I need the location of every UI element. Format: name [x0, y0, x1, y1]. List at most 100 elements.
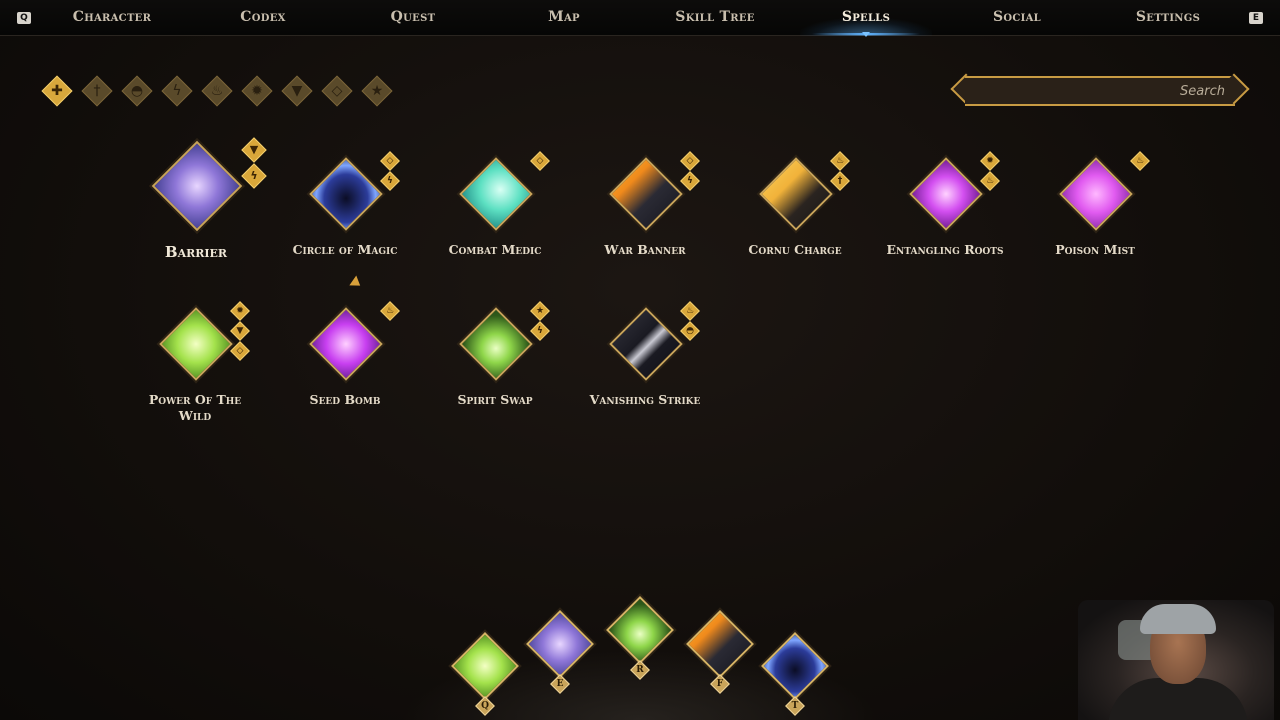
spell-name: Entangling Roots [886, 242, 1004, 257]
webcam-overlay [1078, 600, 1274, 720]
star-icon: ★ [370, 83, 384, 99]
shield-icon: ▼ [291, 83, 303, 99]
sun-icon: ✹ [251, 83, 263, 99]
tag-gem-icon: ◇ [230, 341, 250, 361]
tag-lightning-icon: ϟ [530, 321, 550, 341]
barrier-spell-icon [151, 140, 243, 232]
spell-card-war-banner[interactable]: ◇ ϟ War Banner [570, 148, 720, 278]
lightning-icon: ϟ [172, 83, 182, 99]
tab-spells[interactable]: Spells [791, 0, 941, 36]
hotbar-slot-q[interactable]: Q [447, 628, 523, 720]
filter-star-icon[interactable]: ★ [361, 75, 393, 107]
hotbar-slot-f[interactable]: F [682, 606, 758, 698]
all-grid-icon: ✚ [51, 83, 63, 99]
hotkey-badge: R [630, 660, 650, 680]
top-nav-bar: Q Character Codex Quest Map Skill Tree S… [0, 0, 1280, 37]
filter-lightning-icon[interactable]: ϟ [161, 75, 193, 107]
sword-icon: † [93, 83, 101, 99]
tag-lightning-icon: ϟ [380, 171, 400, 191]
combat-medic-spell-icon [459, 157, 533, 231]
spirit-swap-spell-icon [459, 307, 533, 381]
poison-mist-spell-icon [1059, 157, 1133, 231]
tab-settings[interactable]: Settings [1093, 0, 1243, 36]
war-banner-spell-icon [609, 157, 683, 231]
tag-shield-icon: ▼ [230, 321, 250, 341]
spell-card-entangling-roots[interactable]: ✹ ♨ Entangling Roots [870, 148, 1020, 278]
tab-character[interactable]: Character [37, 0, 187, 36]
tag-shield-icon: ▼ [241, 137, 267, 163]
cornu-charge-spell-icon [759, 157, 833, 231]
spell-name: Combat Medic [448, 242, 542, 257]
tag-fire-icon: ♨ [680, 301, 700, 321]
spirit-swap-spell-icon [606, 596, 674, 664]
spell-card-cornu-charge[interactable]: ♨ † Cornu Charge [720, 148, 870, 278]
hotkey-badge: T [785, 696, 805, 716]
spell-name: Barrier [164, 243, 228, 261]
tag-gem-icon: ◇ [530, 151, 550, 171]
spell-card-combat-medic[interactable]: ◇ Combat Medic [420, 148, 570, 278]
vanishing-strike-spell-icon [609, 307, 683, 381]
tag-fire-icon: ♨ [980, 171, 1000, 191]
tag-sun-icon: ✹ [980, 151, 1000, 171]
spell-name: Spirit Swap [457, 392, 533, 407]
spell-card-barrier[interactable]: ▼ ϟ Barrier [121, 137, 271, 270]
filter-sword-icon[interactable]: † [81, 75, 113, 107]
tag-lightning-icon: ϟ [680, 171, 700, 191]
tag-fire-icon: ♨ [380, 301, 400, 321]
tag-fire-icon: ♨ [1130, 151, 1150, 171]
circle-of-magic-spell-icon [761, 632, 829, 700]
nav-prev-key-hint[interactable]: Q [17, 12, 31, 24]
nav-next-key-hint[interactable]: E [1249, 12, 1263, 24]
gem-icon: ◇ [331, 83, 343, 99]
spell-card-circle-of-magic[interactable]: ◇ ϟ Circle of Magic [270, 148, 420, 278]
spell-name: Circle of Magic [292, 242, 398, 257]
filter-shield-icon[interactable]: ▼ [281, 75, 313, 107]
spell-card-spirit-swap[interactable]: ★ ϟ Spirit Swap [420, 298, 570, 428]
power-of-the-wild-spell-icon [159, 307, 233, 381]
spell-name: Cornu Charge [748, 242, 842, 257]
barrier-spell-icon [526, 610, 594, 678]
tag-fire-icon: ♨ [830, 151, 850, 171]
seed-bomb-spell-icon [309, 307, 383, 381]
tab-skill-tree[interactable]: Skill Tree [640, 0, 790, 36]
tab-map[interactable]: Map [489, 0, 639, 36]
circle-of-magic-spell-icon [309, 157, 383, 231]
filter-sun-icon[interactable]: ✹ [241, 75, 273, 107]
spell-name: Poison Mist [1055, 242, 1135, 257]
hotkey-badge: Q [475, 696, 495, 716]
fire-icon: ♨ [210, 83, 224, 99]
helmet-icon: ◓ [130, 83, 144, 99]
search-bar [950, 73, 1250, 108]
tag-helmet-icon: ◓ [680, 321, 700, 341]
spell-card-poison-mist[interactable]: ♨ Poison Mist [1020, 148, 1170, 278]
tag-sword-icon: † [830, 171, 850, 191]
search-input[interactable] [985, 79, 1225, 103]
hotbar-slot-t[interactable]: T [757, 628, 833, 720]
hotbar-slot-r[interactable]: R [602, 592, 678, 684]
hotkey-badge: F [710, 674, 730, 694]
tag-gem-icon: ◇ [380, 151, 400, 171]
spell-name: Seed Bomb [309, 392, 381, 407]
tab-social[interactable]: Social [942, 0, 1092, 36]
filter-fire-icon[interactable]: ♨ [201, 75, 233, 107]
tag-star-icon: ★ [530, 301, 550, 321]
spell-card-power-of-the-wild[interactable]: ✹ ▼ ◇ Power Of The Wild [120, 298, 270, 428]
tag-lightning-icon: ϟ [241, 163, 267, 189]
tag-sun-icon: ✹ [230, 301, 250, 321]
spell-card-vanishing-strike[interactable]: ♨ ◓ Vanishing Strike [570, 298, 720, 428]
spell-card-seed-bomb[interactable]: ♨ Seed Bomb [270, 298, 420, 428]
filter-gem-icon[interactable]: ◇ [321, 75, 353, 107]
tab-quest[interactable]: Quest [338, 0, 488, 36]
hotkey-badge: E [550, 674, 570, 694]
hotbar-slot-e[interactable]: E [522, 606, 598, 698]
entangling-roots-spell-icon [909, 157, 983, 231]
spell-name: Vanishing Strike [589, 392, 701, 407]
war-banner-spell-icon [686, 610, 754, 678]
spell-name: War Banner [604, 242, 686, 257]
filter-helmet-icon[interactable]: ◓ [121, 75, 153, 107]
tab-codex[interactable]: Codex [188, 0, 338, 36]
power-of-the-wild-spell-icon [451, 632, 519, 700]
filter-all-icon[interactable]: ✚ [41, 75, 73, 107]
spell-name: Power Of The Wild [148, 392, 242, 423]
tag-gem-icon: ◇ [680, 151, 700, 171]
